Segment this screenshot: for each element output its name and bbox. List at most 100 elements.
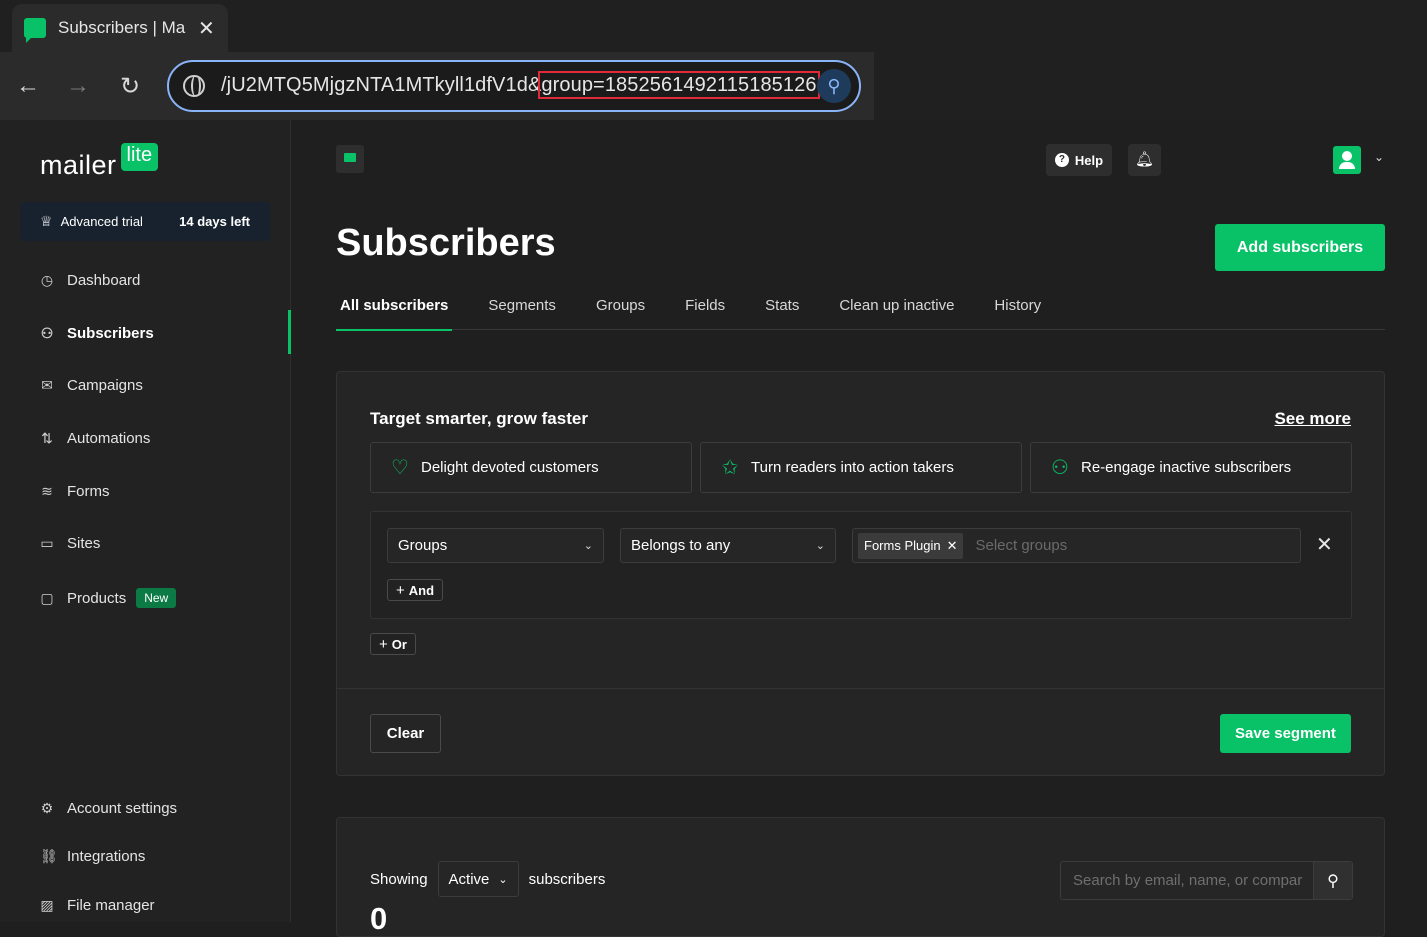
chevron-down-icon: ⌄	[583, 540, 593, 552]
browser-icon: ▭	[40, 535, 54, 551]
sidebar-item-label: Integrations	[67, 847, 146, 865]
avatar[interactable]	[1333, 146, 1361, 174]
sidebar-item-subscribers[interactable]: ⚇ Subscribers	[0, 310, 291, 355]
subscribers-label: subscribers	[528, 870, 606, 888]
crown-icon: ♕	[40, 213, 53, 229]
sidebar-item-label: Automations	[67, 429, 151, 447]
suggestion-delight-customers[interactable]: ♡ Delight devoted customers	[370, 442, 692, 493]
close-tab-icon[interactable]: ✕	[198, 16, 215, 41]
sidebar-item-campaigns[interactable]: ✉ Campaigns	[0, 363, 291, 407]
suggestion-label: Re-engage inactive subscribers	[1081, 459, 1292, 476]
or-label: Or	[391, 636, 407, 652]
sidebar-item-integrations[interactable]: ⛓ Integrations	[0, 834, 291, 878]
segment-heading: Target smarter, grow faster	[370, 409, 588, 428]
groups-tag-input[interactable]: Forms Plugin ✕ Select groups	[852, 528, 1301, 563]
filter-rule-box: Groups ⌄ Belongs to any ⌄ Forms Plugin ✕…	[370, 511, 1352, 619]
sidebar-item-products[interactable]: ▢ Products New	[0, 576, 291, 620]
suggestion-label: Delight devoted customers	[421, 459, 599, 476]
search-input[interactable]	[1061, 862, 1313, 899]
status-value: Active	[448, 870, 490, 888]
link-icon: ⛓	[40, 848, 58, 864]
and-button[interactable]: + And	[387, 579, 444, 601]
envelope-icon: ✉	[41, 377, 53, 393]
back-arrow-icon[interactable]: ←	[14, 72, 42, 100]
search-icon[interactable]: ⚲	[1313, 862, 1352, 899]
segment-builder-card: Target smarter, grow faster See more ♡ D…	[336, 371, 1385, 776]
tab-all-subscribers[interactable]: All subscribers	[336, 280, 453, 331]
filter-operator-select[interactable]: Belongs to any ⌄	[620, 528, 836, 563]
or-button[interactable]: + Or	[370, 633, 416, 655]
filter-field-value: Groups	[398, 537, 448, 554]
bag-icon: ▢	[40, 590, 54, 606]
chevron-down-icon: ⌄	[815, 540, 825, 552]
showing-row: Showing Active ⌄ subscribers	[370, 861, 605, 897]
subscriber-list-card: Showing Active ⌄ subscribers 0 ⚲	[336, 817, 1385, 937]
url-group-param: group=1852561492115185126	[538, 71, 820, 99]
main-content: ? Help 🔔︎ ⌄ Subscribers Add subscribers …	[292, 120, 1427, 937]
lens-search-icon[interactable]: ⚲	[817, 69, 851, 103]
url-prefix: /jU2MTQ5MjgzNTA1MTkyll1dfV1d&	[221, 74, 542, 96]
mailerlite-logo[interactable]: mailer lite	[40, 143, 159, 181]
chevron-down-icon[interactable]: ⌄	[1374, 150, 1384, 164]
filter-operator-value: Belongs to any	[631, 537, 731, 554]
reload-icon[interactable]: ↻	[116, 72, 144, 101]
group-chip: Forms Plugin ✕	[858, 532, 964, 559]
gear-icon: ⚙	[40, 800, 54, 816]
forward-arrow-icon[interactable]: →	[64, 72, 92, 100]
tab-clean-up-inactive[interactable]: Clean up inactive	[839, 280, 954, 330]
trial-banner[interactable]: ♕ Advanced trial 14 days left	[20, 202, 270, 241]
trial-days: 14 days left	[179, 214, 250, 229]
browser-chrome: Subscribers | Ma ✕ ← → ↻ /jU2MTQ5MjgzNTA…	[0, 0, 1427, 120]
clear-button[interactable]: Clear	[370, 714, 441, 753]
user-icon: ⚇	[40, 325, 54, 341]
remove-chip-icon[interactable]: ✕	[947, 538, 958, 554]
sidebar-item-dashboard[interactable]: ◷ Dashboard	[0, 258, 291, 302]
tab-groups[interactable]: Groups	[596, 280, 645, 330]
layers-icon: ≋	[41, 483, 53, 499]
chip-label: Forms Plugin	[864, 538, 941, 553]
save-segment-button[interactable]: Save segment	[1220, 714, 1351, 753]
clock-icon: ◷	[40, 272, 54, 288]
question-icon: ?	[1054, 153, 1069, 167]
user-heart-icon: ⚇	[1051, 457, 1069, 479]
hand-heart-icon: ♡	[391, 457, 409, 479]
chat-icon[interactable]	[336, 145, 364, 173]
tab-history[interactable]: History	[994, 280, 1041, 330]
status-select[interactable]: Active ⌄	[437, 861, 519, 897]
subscriber-search: ⚲	[1060, 861, 1353, 900]
chevron-down-icon: ⌄	[498, 873, 508, 886]
help-button[interactable]: ? Help	[1046, 144, 1112, 176]
sidebar-item-label: Campaigns	[67, 376, 143, 394]
see-more-link[interactable]: See more	[1274, 409, 1351, 429]
sidebar: mailer lite ♕ Advanced trial 14 days lef…	[0, 120, 291, 922]
subscriber-count: 0	[370, 901, 388, 936]
tab-fields[interactable]: Fields	[685, 280, 725, 330]
sidebar-item-label: Forms	[67, 482, 110, 500]
filter-field-select[interactable]: Groups ⌄	[387, 528, 604, 563]
suggestion-action-takers[interactable]: ✩ Turn readers into action takers	[700, 442, 1022, 493]
logo-text: mailer	[40, 150, 117, 180]
sidebar-item-forms[interactable]: ≋ Forms	[0, 469, 291, 513]
sidebar-item-file-manager[interactable]: ▨ File manager	[0, 883, 291, 927]
sidebar-item-account-settings[interactable]: ⚙ Account settings	[0, 786, 291, 830]
add-subscribers-button[interactable]: Add subscribers	[1215, 224, 1385, 271]
suggestion-label: Turn readers into action takers	[751, 459, 954, 476]
sidebar-item-label: Products	[67, 589, 127, 607]
browser-tab[interactable]: Subscribers | Ma ✕	[12, 4, 228, 52]
tab-segments[interactable]: Segments	[488, 280, 556, 330]
page-title: Subscribers	[336, 222, 556, 264]
sidebar-item-automations[interactable]: ⇅ Automations	[0, 416, 291, 460]
remove-rule-icon[interactable]: ✕	[1316, 532, 1333, 557]
suggestion-re-engage[interactable]: ⚇ Re-engage inactive subscribers	[1030, 442, 1352, 493]
trial-label: Advanced trial	[60, 214, 143, 229]
sidebar-item-label: Subscribers	[67, 324, 154, 342]
sidebar-item-label: Sites	[67, 534, 101, 552]
site-info-icon[interactable]	[183, 75, 205, 97]
tab-stats[interactable]: Stats	[765, 280, 799, 330]
image-icon: ▨	[40, 897, 54, 913]
url-text[interactable]: /jU2MTQ5MjgzNTA1MTkyll1dfV1d&group=18525…	[221, 71, 820, 99]
address-bar[interactable]: /jU2MTQ5MjgzNTA1MTkyll1dfV1d&group=18525…	[167, 60, 861, 112]
new-badge: New	[136, 588, 177, 608]
notifications-bell-icon[interactable]: 🔔︎	[1128, 144, 1161, 176]
sidebar-item-sites[interactable]: ▭ Sites	[0, 521, 291, 565]
